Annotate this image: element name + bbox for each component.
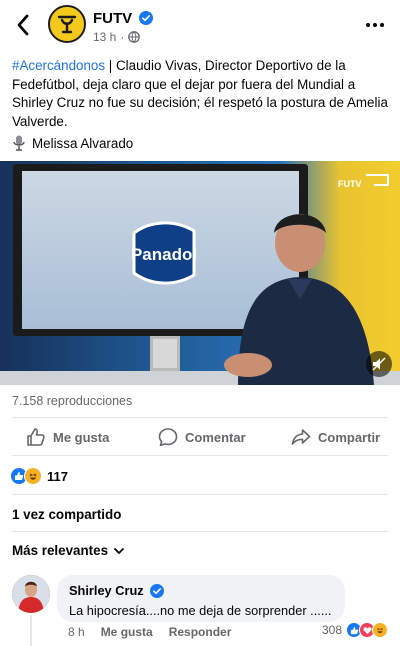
comment-thread-line <box>30 615 32 646</box>
post-author-line: Melissa Alvarado <box>12 135 133 151</box>
more-dot-icon <box>366 23 370 27</box>
chevron-left-icon <box>17 14 29 36</box>
commenter-name-row: Shirley Cruz <box>69 583 333 598</box>
comment-button[interactable]: Comentar <box>158 421 246 453</box>
chevron-down-icon <box>114 547 124 554</box>
globe-icon <box>128 31 141 43</box>
watermark-shape-icon <box>366 174 389 186</box>
post-meta: 13 h · <box>93 30 141 44</box>
comment-sort-dropdown[interactable]: Más relevantes <box>12 543 124 558</box>
more-dot-icon <box>373 23 377 27</box>
haha-reaction-icon <box>24 467 42 485</box>
comment-meta: 8 h Me gusta Responder <box>68 625 231 639</box>
panadol-text: Panadol <box>131 245 197 264</box>
divider <box>12 494 388 495</box>
microphone-icon <box>13 135 25 151</box>
divider <box>12 455 388 456</box>
haha-reaction-icon <box>372 622 388 638</box>
verified-badge-icon <box>149 583 164 598</box>
page-avatar[interactable] <box>48 5 86 43</box>
more-dot-icon <box>380 23 384 27</box>
comment-reply-button[interactable]: Responder <box>169 625 232 639</box>
more-options-button[interactable] <box>364 15 386 35</box>
comment-label: Comentar <box>185 429 246 445</box>
video-player[interactable]: Panadol FUTV <box>0 161 400 385</box>
post-time[interactable]: 13 h <box>93 30 116 44</box>
share-label: Compartir <box>318 429 381 445</box>
divider <box>12 417 388 418</box>
like-label: Me gusta <box>53 429 110 445</box>
share-count[interactable]: 1 vez compartido <box>12 507 121 522</box>
post-hashtag[interactable]: #Acercándonos <box>12 58 105 73</box>
commenter-avatar[interactable] <box>12 575 50 613</box>
share-arrow-icon <box>291 429 311 445</box>
mute-button[interactable] <box>366 351 392 377</box>
page-name-text[interactable]: FUTV <box>93 10 132 27</box>
monitor-stand <box>150 336 180 371</box>
thumbs-up-icon <box>27 428 45 446</box>
comment-like-button[interactable]: Me gusta <box>101 625 153 639</box>
divider <box>12 531 388 532</box>
meta-separator: · <box>120 30 125 44</box>
sort-label: Más relevantes <box>12 543 109 558</box>
verified-badge-icon <box>139 11 154 25</box>
presenter-figure-icon <box>224 214 374 385</box>
back-button[interactable] <box>10 12 36 38</box>
comment-reactions[interactable]: 308 <box>322 622 388 638</box>
view-count: 7.158 reproducciones <box>12 394 133 408</box>
speaker-muted-icon <box>372 357 386 371</box>
commenter-name[interactable]: Shirley Cruz <box>69 583 144 598</box>
futv-logo-icon <box>50 7 84 41</box>
post-header: FUTV 13 h · <box>0 0 400 50</box>
reaction-count: 117 <box>47 468 68 484</box>
watermark-text: FUTV <box>337 179 362 189</box>
comment-time[interactable]: 8 h <box>68 625 85 639</box>
comment-reaction-count: 308 <box>321 623 342 637</box>
reactions-summary[interactable]: 117 <box>10 465 68 487</box>
comment-text: La hipocresía....no me deja de sorprende… <box>69 603 332 618</box>
post-text: #Acercándonos | Claudio Vivas, Director … <box>12 57 388 131</box>
post-author: Melissa Alvarado <box>32 135 134 151</box>
futv-watermark: FUTV <box>338 173 390 189</box>
commenter-photo-icon <box>12 575 50 613</box>
like-button[interactable]: Me gusta <box>26 421 109 453</box>
comment-bubble-icon <box>158 428 178 447</box>
share-button[interactable]: Compartir <box>291 421 380 453</box>
page-name[interactable]: FUTV <box>93 10 154 27</box>
action-bar: Me gusta Comentar Compartir <box>0 421 400 453</box>
comment-bubble[interactable]: Shirley Cruz La hipocresía....no me deja… <box>57 575 345 622</box>
